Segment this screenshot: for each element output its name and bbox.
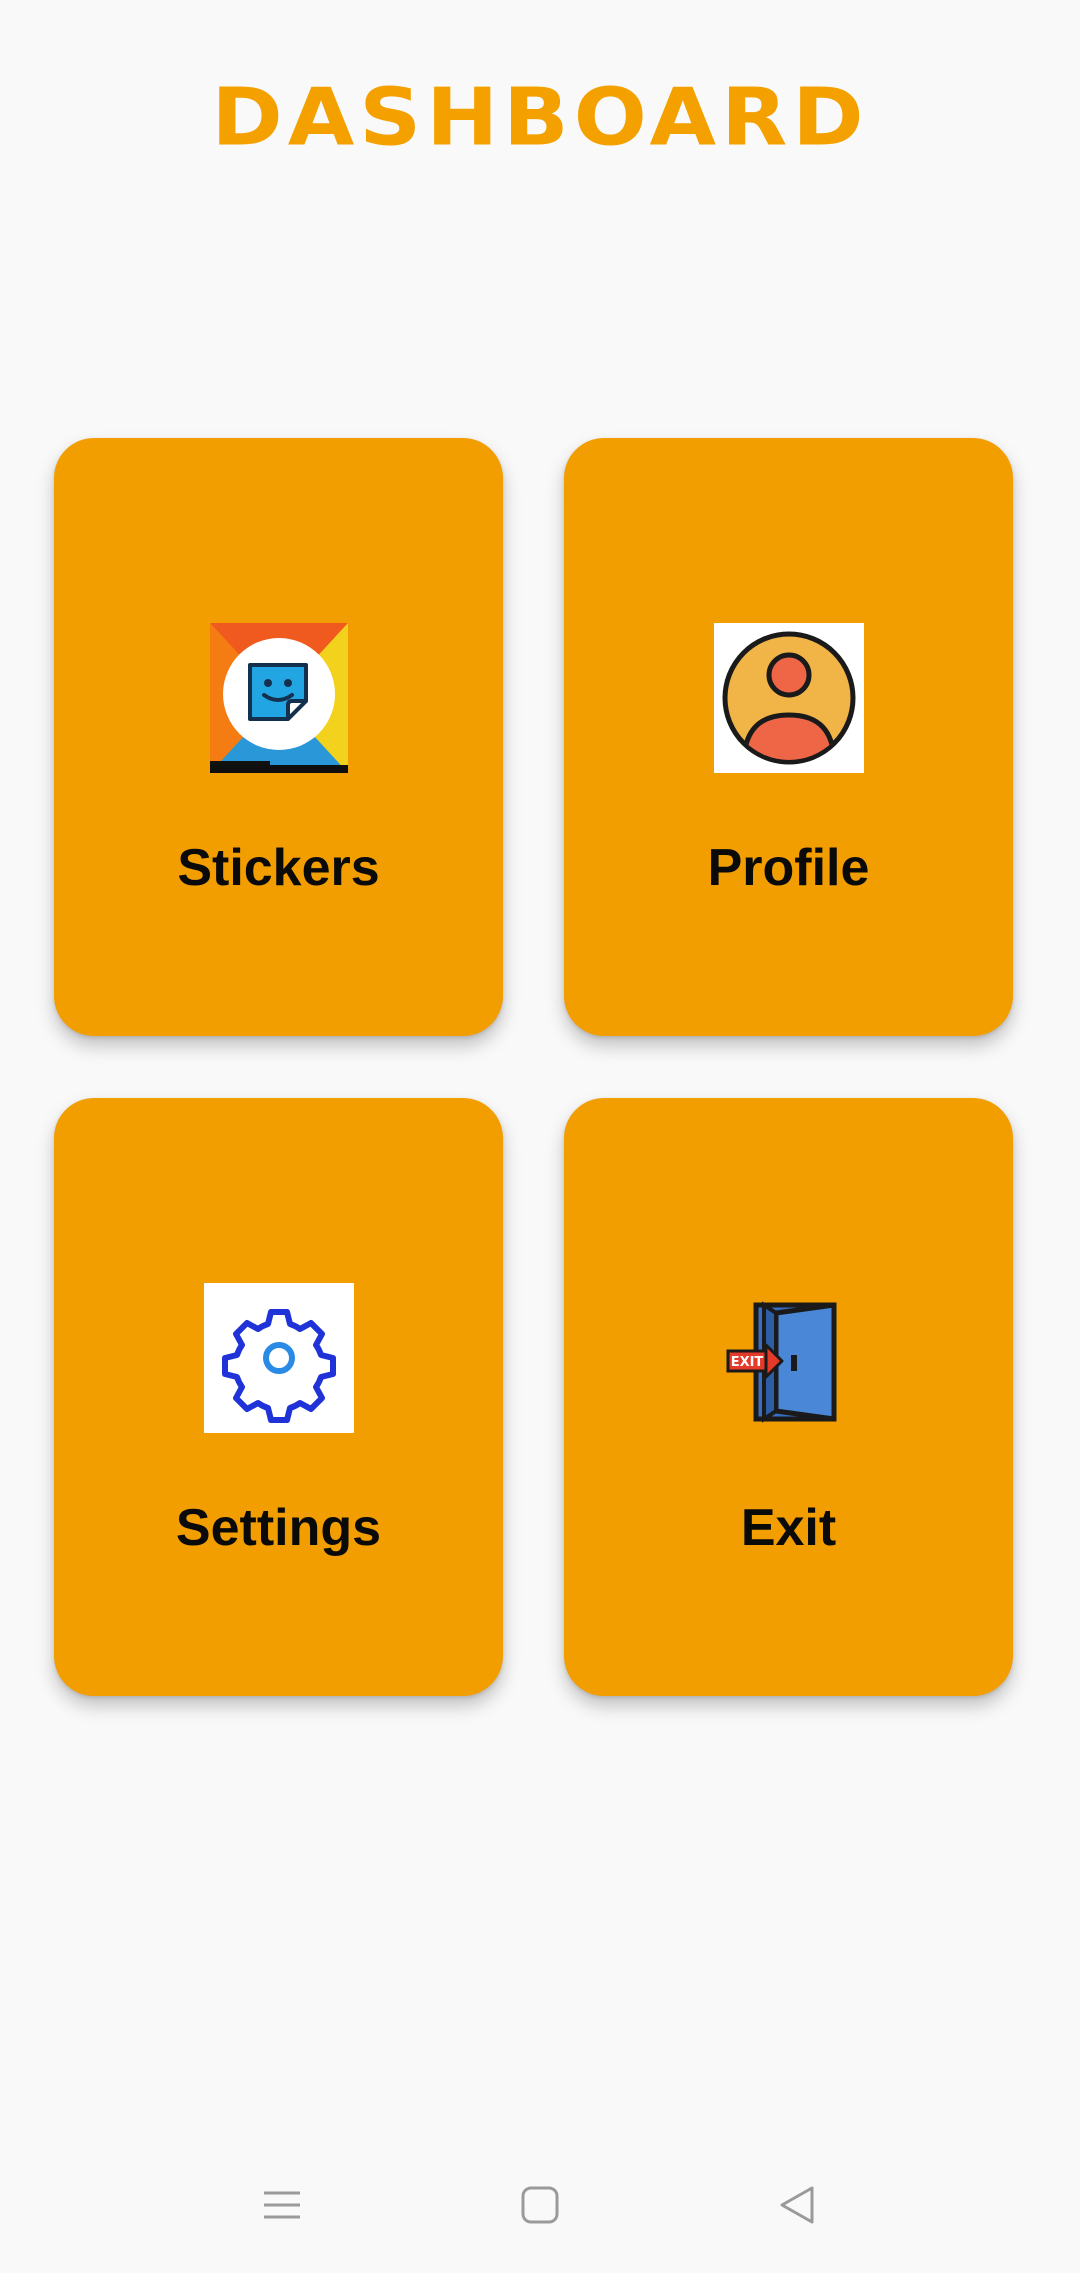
gear-icon [203, 1283, 354, 1433]
stickers-label: Stickers [177, 839, 380, 897]
back-triangle-icon[interactable] [766, 2180, 826, 2230]
profile-label: Profile [707, 839, 870, 897]
user-profile-icon [713, 623, 864, 773]
system-nav-bar [0, 2160, 1080, 2250]
home-square-icon[interactable] [510, 2180, 570, 2230]
menu-icon[interactable] [252, 2180, 312, 2230]
stickers-card[interactable]: Stickers [54, 438, 503, 1036]
exit-sign-text: EXIT [730, 1355, 763, 1370]
sticker-app-icon [204, 623, 354, 773]
exit-label: Exit [740, 1499, 837, 1557]
profile-card[interactable]: Profile [564, 438, 1013, 1036]
dashboard-screen: DASHBOARD Stickers Profile Settings EXIT… [0, 0, 1080, 2273]
settings-card[interactable]: Settings [54, 1098, 503, 1696]
page-title: DASHBOARD [211, 72, 869, 164]
exit-door-icon: EXIT [714, 1283, 864, 1433]
exit-card[interactable]: EXIT Exit [564, 1098, 1013, 1696]
settings-label: Settings [175, 1499, 382, 1557]
